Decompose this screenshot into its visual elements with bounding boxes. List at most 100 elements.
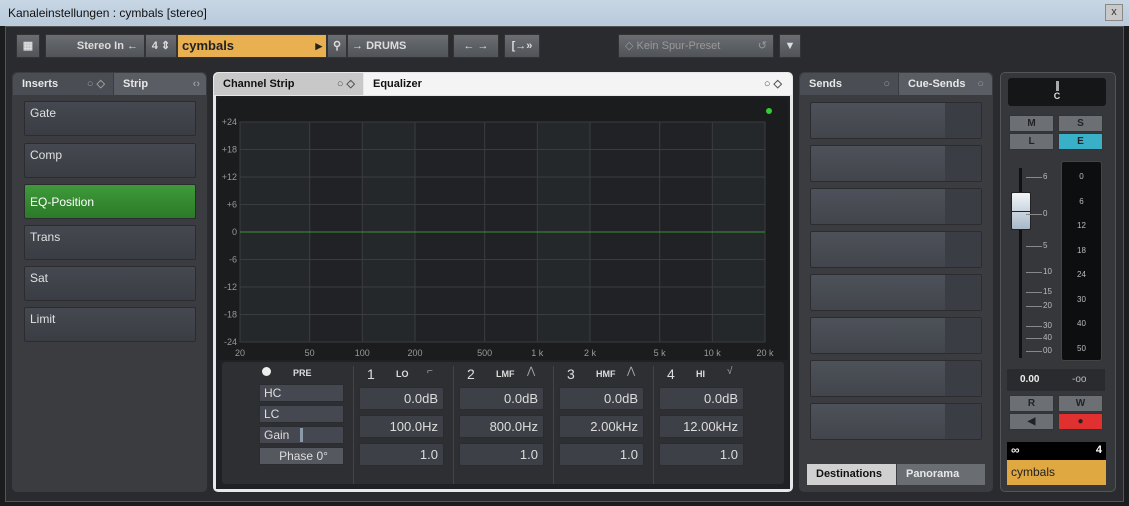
dropdown-button[interactable]: ▼ bbox=[779, 34, 801, 58]
y-tick-label: +24 bbox=[222, 117, 237, 127]
meter-scale-label: 18 bbox=[1077, 245, 1086, 255]
track-preset-field[interactable]: ◇ Kein Spur-Preset ↺ bbox=[618, 34, 774, 58]
tab-strip[interactable]: Strip ‹› bbox=[114, 73, 206, 95]
mute-button[interactable]: M bbox=[1009, 115, 1054, 132]
filter-shape-icon[interactable]: ⋀ bbox=[527, 366, 535, 377]
volume-value[interactable]: 0.00 bbox=[1020, 374, 1039, 385]
prev-next-channel-button[interactable]: ← → bbox=[453, 34, 499, 58]
level-meter bbox=[1061, 161, 1102, 361]
fader-scale-label: 5 bbox=[1043, 241, 1048, 250]
band-gain-field[interactable]: 0.0dB bbox=[359, 387, 444, 410]
input-routing-button[interactable]: Stereo In ← bbox=[45, 34, 145, 58]
record-enable-button[interactable]: ● bbox=[1058, 413, 1103, 430]
low-cut-button[interactable]: LC bbox=[259, 405, 344, 423]
insert-slot[interactable]: EQ-Position bbox=[24, 184, 196, 219]
record-icon: ● bbox=[1077, 416, 1084, 427]
x-tick-label: 2 k bbox=[584, 348, 597, 358]
band-q-field[interactable]: 1.0 bbox=[459, 443, 544, 466]
send-slot[interactable] bbox=[810, 403, 982, 440]
channel-name-label[interactable]: cymbals bbox=[1007, 460, 1106, 485]
tab-cue-sends[interactable]: Cue-Sends ○ bbox=[899, 73, 992, 95]
fader-tick bbox=[1026, 306, 1042, 307]
tab-inserts[interactable]: Inserts ○ ◇ bbox=[13, 73, 113, 95]
pan-value: C bbox=[1053, 91, 1061, 101]
band-name: LO bbox=[396, 369, 409, 379]
send-slot[interactable] bbox=[810, 102, 982, 139]
channel-number-stepper[interactable]: 4 ⇕ bbox=[145, 34, 177, 58]
y-tick-label: -6 bbox=[229, 255, 237, 265]
volume-fader-handle[interactable] bbox=[1011, 192, 1031, 230]
tab-panorama[interactable]: Panorama bbox=[897, 464, 985, 485]
read-automation-button[interactable]: R bbox=[1009, 395, 1054, 412]
solo-button[interactable]: S bbox=[1058, 115, 1103, 132]
chevron-down-icon: ▼ bbox=[784, 40, 796, 52]
x-tick-label: 20 bbox=[235, 348, 245, 358]
gain-slider[interactable]: Gain bbox=[259, 426, 344, 444]
search-button[interactable]: ⚲ bbox=[327, 34, 347, 58]
band-gain-field[interactable]: 0.0dB bbox=[659, 387, 744, 410]
send-slot[interactable] bbox=[810, 188, 982, 225]
high-cut-button[interactable]: HC bbox=[259, 384, 344, 402]
fader-scale-label: 20 bbox=[1043, 301, 1052, 310]
x-tick-label: 1 k bbox=[531, 348, 544, 358]
gain-handle[interactable] bbox=[300, 428, 303, 442]
bypass-icon: ○ ◇ bbox=[336, 78, 355, 90]
send-slot[interactable] bbox=[810, 274, 982, 311]
band-q-field[interactable]: 1.0 bbox=[559, 443, 644, 466]
insert-slot[interactable]: Limit bbox=[24, 307, 196, 342]
listen-button[interactable]: L bbox=[1009, 133, 1054, 150]
send-slot[interactable] bbox=[810, 360, 982, 397]
monitor-button[interactable]: ◀ bbox=[1009, 413, 1054, 430]
bypass-icon: ○ bbox=[977, 78, 984, 90]
send-slot[interactable] bbox=[810, 145, 982, 182]
eq-curve-display[interactable]: 20 50 100 200 500 1 k 2 k 5 k 10 k 20 k +24 +18 +12 +… bbox=[218, 98, 788, 360]
send-slot[interactable] bbox=[810, 231, 982, 268]
send-slot[interactable] bbox=[810, 317, 982, 354]
layout-toggle-button[interactable]: ▦ bbox=[16, 34, 40, 58]
peak-value[interactable]: -oo bbox=[1072, 374, 1086, 385]
tab-channel-strip[interactable]: Channel Strip ○ ◇ bbox=[214, 73, 363, 95]
pan-control[interactable]: C bbox=[1008, 78, 1106, 106]
band-freq-field[interactable]: 12.00kHz bbox=[659, 415, 744, 438]
tab-equalizer[interactable]: Equalizer ○ ◇ bbox=[364, 73, 792, 95]
tab-sends[interactable]: Sends ○ bbox=[800, 73, 898, 95]
edit-button[interactable]: E bbox=[1058, 133, 1103, 150]
fader-scale-label: 6 bbox=[1043, 172, 1048, 181]
output-routing-button[interactable]: → DRUMS bbox=[347, 34, 449, 58]
fader-scale-label: 40 bbox=[1043, 333, 1052, 342]
filter-shape-icon[interactable]: ⌐ bbox=[427, 366, 433, 377]
phase-button[interactable]: Phase 0° bbox=[259, 447, 344, 465]
band-freq-field[interactable]: 800.0Hz bbox=[459, 415, 544, 438]
band-freq-field[interactable]: 100.0Hz bbox=[359, 415, 444, 438]
channel-name: cymbals bbox=[1011, 465, 1056, 479]
search-icon: ⚲ bbox=[332, 40, 342, 52]
band-q-field[interactable]: 1.0 bbox=[359, 443, 444, 466]
band-freq-field[interactable]: 2.00kHz bbox=[559, 415, 644, 438]
insert-slot[interactable]: Trans bbox=[24, 225, 196, 260]
channel-name-field[interactable]: cymbals ▸ bbox=[177, 34, 327, 58]
channel-number: 4 bbox=[151, 40, 158, 52]
pre-enable-toggle[interactable] bbox=[262, 367, 271, 376]
gain-label: Gain bbox=[264, 428, 290, 442]
edit-output-button[interactable]: [→» bbox=[504, 34, 540, 58]
channel-number: 4 bbox=[1095, 444, 1102, 456]
band-gain-field[interactable]: 0.0dB bbox=[559, 387, 644, 410]
tab-destinations[interactable]: Destinations bbox=[807, 464, 896, 485]
close-button[interactable]: x bbox=[1105, 4, 1123, 21]
meter-scale-label: 0 bbox=[1079, 172, 1084, 181]
write-automation-button[interactable]: W bbox=[1058, 395, 1103, 412]
fader-scale-label: 0 bbox=[1043, 209, 1048, 218]
lc-label: LC bbox=[264, 407, 280, 421]
y-tick-label: -12 bbox=[224, 282, 237, 292]
band-q-field[interactable]: 1.0 bbox=[659, 443, 744, 466]
filter-shape-icon[interactable]: √ bbox=[727, 366, 733, 377]
tab-label: Strip bbox=[123, 78, 149, 90]
insert-slot[interactable]: Sat bbox=[24, 266, 196, 301]
insert-slot[interactable]: Comp bbox=[24, 143, 196, 178]
window-title: Kanaleinstellungen : cymbals [stereo] bbox=[8, 6, 207, 20]
fader-tick bbox=[1026, 177, 1042, 178]
insert-slot[interactable]: Gate bbox=[24, 101, 196, 136]
band-gain-field[interactable]: 0.0dB bbox=[459, 387, 544, 410]
filter-shape-icon[interactable]: ⋀ bbox=[627, 366, 635, 377]
fader-tick bbox=[1026, 351, 1042, 352]
